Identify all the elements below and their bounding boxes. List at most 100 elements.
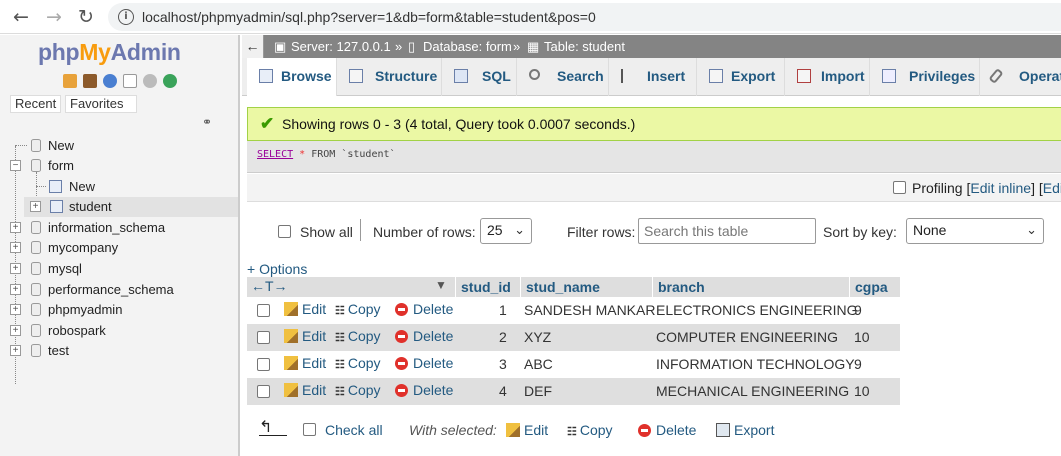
cell-stud-name[interactable]: ABC <box>524 356 553 372</box>
cell-stud-name[interactable]: SANDESH MANKAR <box>524 302 655 318</box>
expand-icon[interactable]: + <box>10 304 21 315</box>
expand-icon[interactable]: + <box>10 345 21 356</box>
tree-item-form[interactable]: − form <box>0 156 238 176</box>
tree-item-db[interactable]: + robospark <box>0 321 238 341</box>
show-all-label[interactable]: Show all <box>300 224 353 240</box>
cell-stud-id[interactable]: 4 <box>499 383 507 399</box>
tree-item-form-new[interactable]: New <box>0 177 238 197</box>
collapse-icon[interactable]: − <box>10 160 21 171</box>
tree-item-db[interactable]: + information_schema <box>0 218 238 238</box>
expand-icon[interactable]: + <box>10 222 21 233</box>
expand-icon[interactable]: + <box>10 284 21 295</box>
row-checkbox[interactable] <box>257 304 270 317</box>
copy-row-button[interactable]: ☷ Copy <box>335 355 381 371</box>
copy-row-button[interactable]: ☷ Copy <box>335 382 381 398</box>
cell-branch[interactable]: MECHANICAL ENGINEERING <box>656 383 849 399</box>
bulk-delete-button[interactable]: Delete <box>638 422 696 438</box>
edit-link[interactable]: Edit <box>1043 180 1061 196</box>
column-resize-arrows-icon[interactable]: ←T→ <box>251 278 288 294</box>
expand-icon[interactable]: + <box>10 263 21 274</box>
column-header-cgpa[interactable]: cgpa <box>850 277 900 297</box>
cell-branch[interactable]: INFORMATION TECHNOLOGY <box>656 356 855 372</box>
tab-export[interactable]: Export <box>697 58 785 96</box>
tab-operations[interactable]: Operat <box>980 58 1061 96</box>
column-header-branch[interactable]: branch <box>653 277 849 297</box>
breadcrumb-table[interactable]: Table: student <box>544 39 625 54</box>
cell-stud-name[interactable]: DEF <box>524 383 552 399</box>
tree-item-student[interactable]: + student <box>24 197 238 217</box>
row-checkbox[interactable] <box>257 331 270 344</box>
refresh-icon[interactable] <box>163 74 177 88</box>
profiling-checkbox[interactable] <box>893 181 906 194</box>
cell-cgpa[interactable]: 9 <box>854 356 862 372</box>
sql-query-box[interactable]: SELECT * FROM `student` <box>247 141 1061 173</box>
tab-privileges[interactable]: Privileges <box>870 58 980 96</box>
breadcrumb-database[interactable]: Database: form <box>423 39 512 54</box>
settings-gear-icon[interactable] <box>143 74 157 88</box>
tree-item-db[interactable]: + phpmyadmin <box>0 300 238 320</box>
collapse-nav-icon[interactable]: ← <box>242 35 264 58</box>
column-header-stud-name[interactable]: stud_name <box>521 277 652 297</box>
edit-row-button[interactable]: Edit <box>284 382 326 398</box>
favorites-button[interactable]: Favorites <box>65 95 137 113</box>
home-icon[interactable] <box>63 74 77 88</box>
cell-stud-id[interactable]: 2 <box>499 329 507 345</box>
bulk-copy-button[interactable]: ☷ Copy <box>567 422 613 438</box>
tree-item-new[interactable]: New <box>0 136 238 156</box>
logout-icon[interactable] <box>83 74 97 88</box>
row-checkbox[interactable] <box>257 385 270 398</box>
tab-import[interactable]: Import <box>785 58 870 96</box>
bulk-export-button[interactable]: Export <box>716 422 774 438</box>
cell-cgpa[interactable]: 10 <box>854 383 870 399</box>
sort-by-key-select[interactable]: None ⌄ <box>906 218 1044 244</box>
copy-row-button[interactable]: ☷ Copy <box>335 301 381 317</box>
recent-button[interactable]: Recent <box>10 95 61 113</box>
tab-insert[interactable]: Insert <box>609 58 697 96</box>
edit-row-button[interactable]: Edit <box>284 301 326 317</box>
cell-branch[interactable]: COMPUTER ENGINEERING <box>656 329 838 345</box>
cell-stud-id[interactable]: 3 <box>499 356 507 372</box>
link-with-main-icon[interactable]: ⚭ <box>202 115 212 129</box>
tree-item-db[interactable]: + mysql <box>0 259 238 279</box>
bulk-edit-button[interactable]: Edit <box>506 422 548 438</box>
back-arrow-icon[interactable]: ← <box>8 4 34 30</box>
delete-row-button[interactable]: Delete <box>395 328 453 344</box>
phpmyadmin-logo[interactable]: phpMyAdmin <box>38 39 181 66</box>
tab-structure[interactable]: Structure <box>337 58 442 96</box>
breadcrumb-server[interactable]: Server: 127.0.0.1 <box>291 39 391 54</box>
address-bar[interactable]: i localhost/phpmyadmin/sql.php?server=1&… <box>108 3 1061 31</box>
edit-row-button[interactable]: Edit <box>284 355 326 371</box>
expand-icon[interactable]: + <box>10 325 21 336</box>
tree-item-db[interactable]: + test <box>0 341 238 361</box>
delete-row-button[interactable]: Delete <box>395 301 453 317</box>
cell-cgpa[interactable]: 9 <box>854 302 862 318</box>
cell-stud-name[interactable]: XYZ <box>524 329 551 345</box>
row-checkbox[interactable] <box>257 358 270 371</box>
edit-inline-link[interactable]: Edit inline <box>970 180 1031 196</box>
forward-arrow-icon[interactable]: → <box>41 4 67 30</box>
reload-icon[interactable]: ↻ <box>73 4 99 30</box>
check-all-label[interactable]: Check all <box>325 422 383 438</box>
sql-keyword[interactable]: SELECT <box>257 149 293 160</box>
expand-icon[interactable]: + <box>10 242 21 253</box>
column-header-stud-id[interactable]: stud_id <box>456 277 520 297</box>
rows-per-page-select[interactable]: 25 ⌄ <box>480 218 532 244</box>
docs-icon[interactable] <box>123 74 137 88</box>
options-link[interactable]: + Options <box>247 261 307 277</box>
filter-rows-input[interactable]: Search this table <box>638 218 816 244</box>
check-all-checkbox[interactable] <box>303 423 316 436</box>
cell-cgpa[interactable]: 10 <box>854 329 870 345</box>
tab-browse[interactable]: Browse <box>247 58 337 96</box>
cell-stud-id[interactable]: 1 <box>499 302 507 318</box>
tree-item-db[interactable]: + performance_schema <box>0 280 238 300</box>
sort-triangle-icon[interactable]: ▼ <box>435 278 447 292</box>
delete-row-button[interactable]: Delete <box>395 355 453 371</box>
tab-search[interactable]: Search <box>517 58 609 96</box>
expand-icon[interactable]: + <box>30 201 41 212</box>
site-info-icon[interactable]: i <box>118 9 134 25</box>
tab-sql[interactable]: SQL <box>442 58 517 96</box>
delete-row-button[interactable]: Delete <box>395 382 453 398</box>
cell-branch[interactable]: ELECTRONICS ENGINEERING <box>656 302 857 318</box>
edit-row-button[interactable]: Edit <box>284 328 326 344</box>
tree-item-db[interactable]: + mycompany <box>0 238 238 258</box>
